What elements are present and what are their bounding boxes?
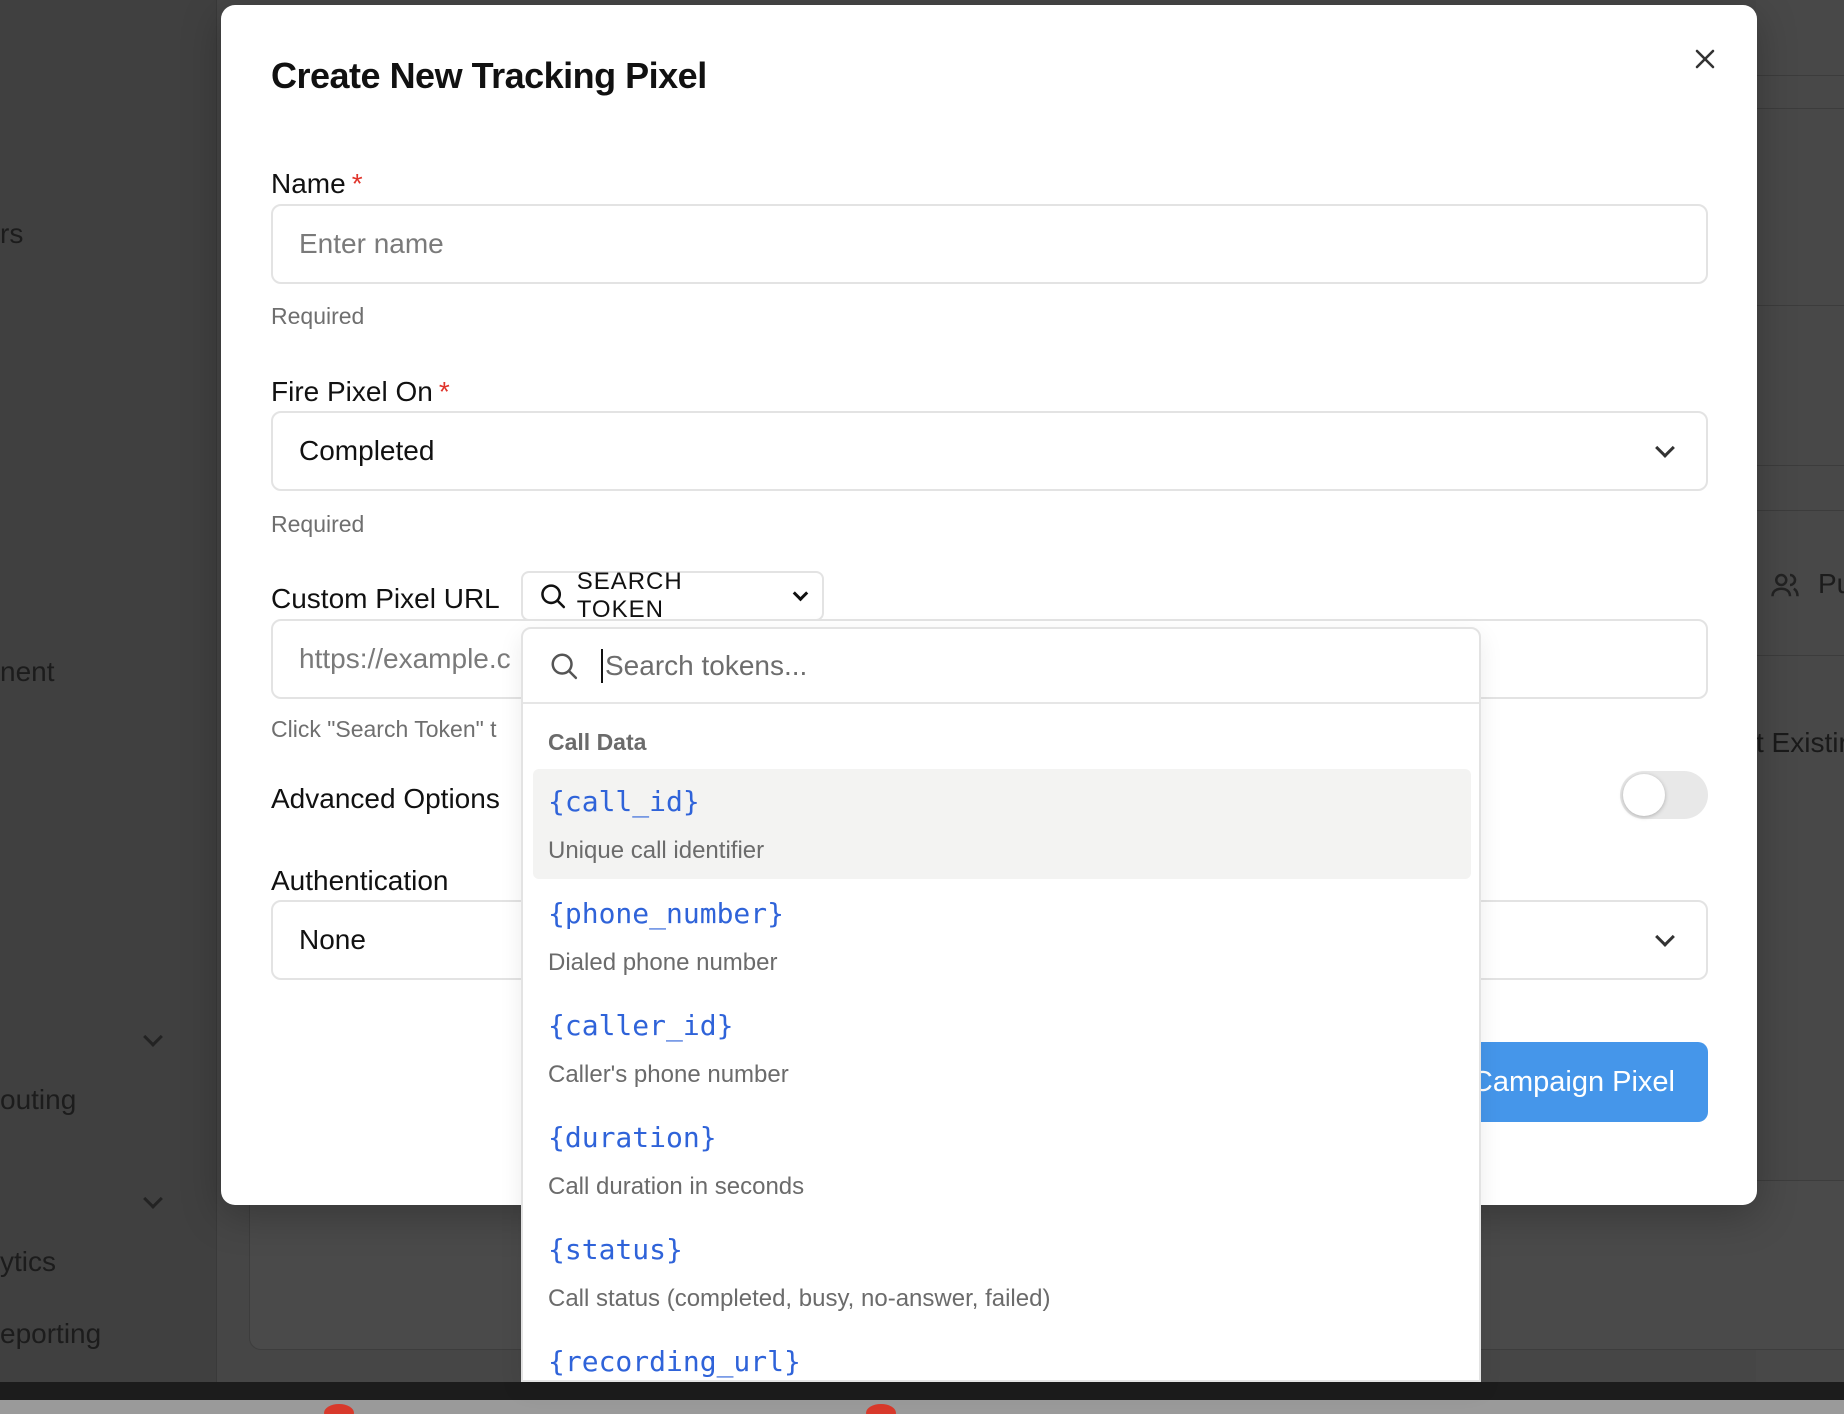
background-sidebar-text: eporting [0, 1318, 102, 1349]
search-icon [541, 584, 566, 609]
name-helper-text: Required [271, 303, 365, 329]
background-divider [1756, 655, 1844, 656]
token-option-duration[interactable]: {duration} Call duration in seconds [533, 1105, 1471, 1215]
token-group-label: Call Data [548, 729, 647, 755]
close-button[interactable] [1689, 43, 1721, 75]
background-right-panel [1756, 0, 1844, 1382]
required-mark: * [438, 376, 450, 407]
background-sidebar [0, 0, 217, 1382]
search-token-button[interactable]: SEARCH TOKEN [521, 568, 824, 623]
fire-pixel-select[interactable]: Completed [271, 411, 1708, 491]
token-description: Dialed phone number [548, 949, 778, 976]
background-right-text: Pu [1818, 568, 1844, 599]
name-label: Name * [271, 168, 363, 200]
fire-pixel-helper-text: Required [271, 511, 365, 537]
token-description: Call status (completed, busy, no-answer,… [548, 1285, 1051, 1312]
fire-pixel-label-text: Fire Pixel On [271, 376, 433, 407]
modal-title: Create New Tracking Pixel [271, 55, 707, 96]
fire-pixel-label: Fire Pixel On * [271, 376, 450, 408]
chevron-down-icon [1655, 927, 1675, 947]
advanced-options-toggle[interactable] [1620, 771, 1708, 819]
create-campaign-pixel-button[interactable]: Campaign Pixel [1461, 1042, 1708, 1122]
token-code: {status} [548, 1233, 683, 1266]
token-code: {call_id} [548, 785, 700, 818]
token-option-call-id[interactable]: {call_id} Unique call identifier [533, 769, 1471, 879]
name-label-text: Name [271, 168, 346, 199]
toggle-knob [1623, 774, 1665, 816]
background-sidebar-text: rs [0, 218, 24, 249]
required-mark: * [351, 168, 363, 199]
token-option-recording-url[interactable]: {recording_url} [533, 1329, 1471, 1380]
token-code: {recording_url} [548, 1345, 801, 1378]
background-divider [1756, 305, 1844, 306]
token-description: Caller's phone number [548, 1061, 789, 1088]
advanced-options-label: Advanced Options [271, 783, 500, 814]
token-code: {duration} [548, 1121, 717, 1154]
token-option-status[interactable]: {status} Call status (completed, busy, n… [533, 1217, 1471, 1327]
token-code: {caller_id} [548, 1009, 734, 1042]
search-icon [551, 653, 578, 679]
token-option-caller-id[interactable]: {caller_id} Caller's phone number [533, 993, 1471, 1103]
background-right-text: t Existir [1756, 727, 1844, 758]
authentication-value: None [299, 924, 366, 955]
token-search-input[interactable] [605, 649, 1205, 682]
token-description: Call duration in seconds [548, 1173, 805, 1200]
background-divider [1756, 75, 1844, 76]
name-input[interactable]: Enter name [271, 204, 1708, 284]
chevron-down-icon [792, 585, 809, 601]
token-option-phone-number[interactable]: {phone_number} Dialed phone number [533, 881, 1471, 991]
custom-url-placeholder: https://example.c [299, 643, 511, 674]
background-sidebar-text: nent [0, 656, 55, 687]
custom-url-helper-text: Click "Search Token" t [271, 716, 497, 742]
search-token-label: SEARCH TOKEN [576, 568, 683, 623]
taskbar-strip [0, 1400, 1844, 1414]
background-divider [1756, 465, 1844, 466]
background-divider [1756, 510, 1844, 511]
token-code: {phone_number} [548, 897, 785, 930]
background-sidebar-text: outing [0, 1084, 77, 1115]
token-dropdown: Call Data {call_id} Unique call identifi… [521, 627, 1481, 1382]
background-sidebar-text: ytics [0, 1246, 56, 1277]
token-search-bar [523, 629, 1479, 704]
users-icon [1770, 570, 1800, 605]
custom-url-label: Custom Pixel URL [271, 583, 500, 614]
fire-pixel-value: Completed [299, 435, 435, 466]
token-description: Unique call identifier [548, 837, 765, 864]
background-divider [1756, 108, 1844, 109]
close-icon [1695, 49, 1715, 69]
name-placeholder: Enter name [299, 228, 444, 259]
chevron-down-icon [1655, 438, 1675, 458]
text-cursor [601, 648, 603, 683]
authentication-label: Authentication [271, 865, 449, 896]
